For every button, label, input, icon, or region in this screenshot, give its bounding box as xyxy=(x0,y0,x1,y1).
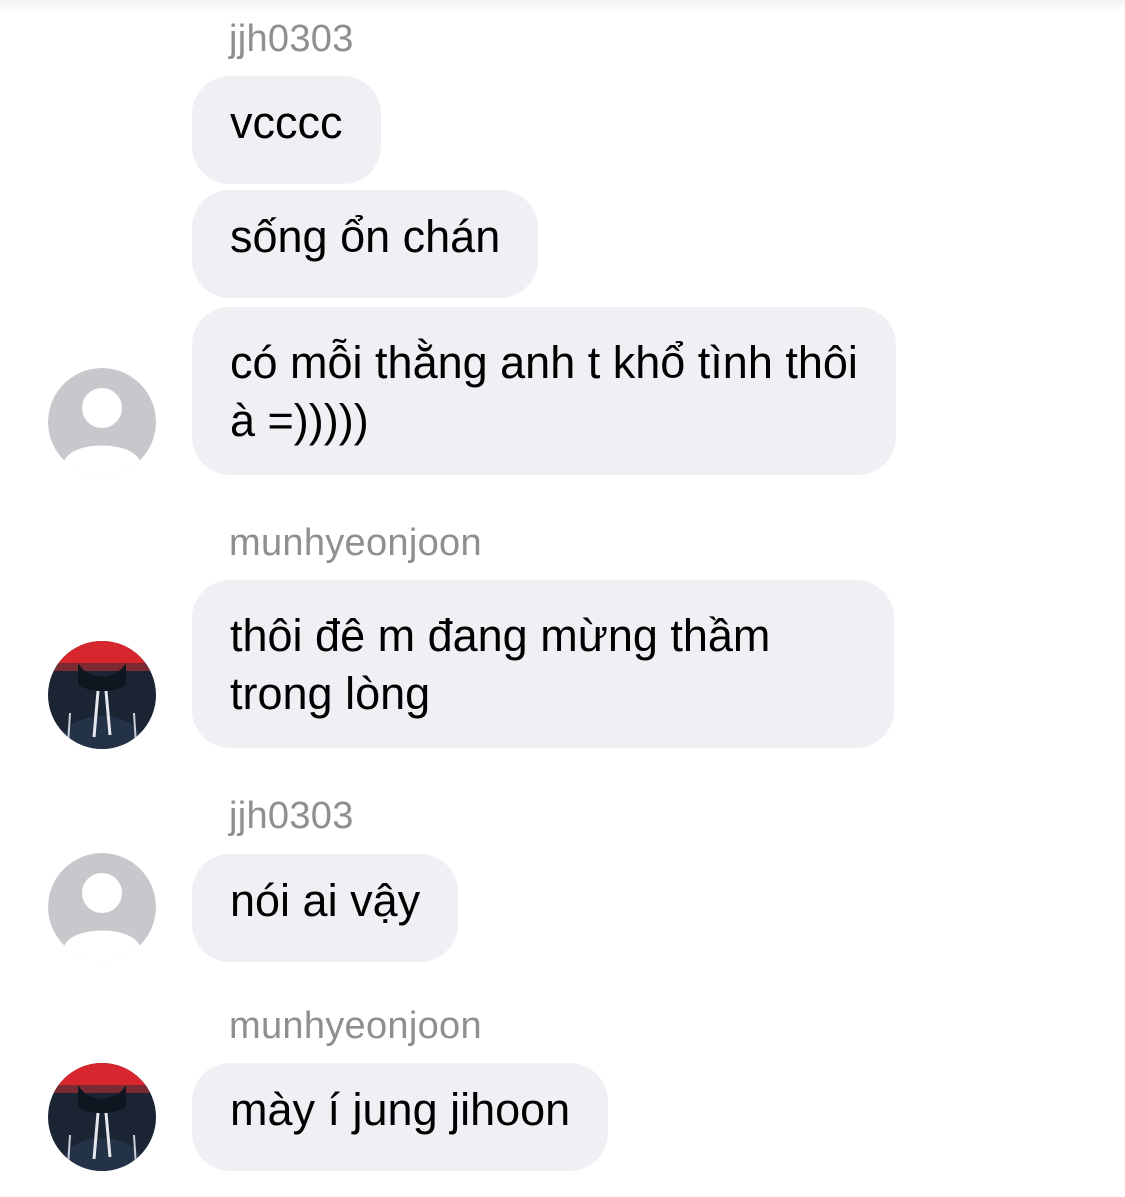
sender-name: munhyeonjoon xyxy=(229,522,482,564)
message-bubble[interactable]: vcccc xyxy=(192,76,381,184)
user-photo-avatar[interactable] xyxy=(48,641,156,749)
default-avatar-icon[interactable] xyxy=(48,368,156,476)
sender-name: jjh0303 xyxy=(229,795,354,837)
default-avatar-icon[interactable] xyxy=(48,853,156,961)
message-text: vcccc xyxy=(230,97,343,148)
message-text: sống ổn chán xyxy=(230,211,501,262)
message-bubble[interactable]: mày í jung jihoon xyxy=(192,1063,609,1171)
message-bubble[interactable]: sống ổn chán xyxy=(192,190,539,298)
sender-name: jjh0303 xyxy=(229,18,354,60)
message-text: nói ai vậy xyxy=(230,875,421,926)
message-text: thôi đê m đang mừng thầm trong lòng xyxy=(230,610,771,719)
sender-name: munhyeonjoon xyxy=(229,1005,482,1047)
user-photo-avatar[interactable] xyxy=(48,1063,156,1171)
chat-thread: jjh0303 vcccc sống ổn chán có mỗi thằng … xyxy=(0,0,1125,1197)
message-bubble[interactable]: có mỗi thằng anh t khổ tình thôi à =))))… xyxy=(192,307,896,475)
top-edge-shade xyxy=(0,0,1125,12)
message-bubble[interactable]: nói ai vậy xyxy=(192,854,459,962)
message-bubble[interactable]: thôi đê m đang mừng thầm trong lòng xyxy=(192,580,894,748)
message-text: có mỗi thằng anh t khổ tình thôi à =))))… xyxy=(230,337,858,446)
message-text: mày í jung jihoon xyxy=(230,1084,571,1135)
